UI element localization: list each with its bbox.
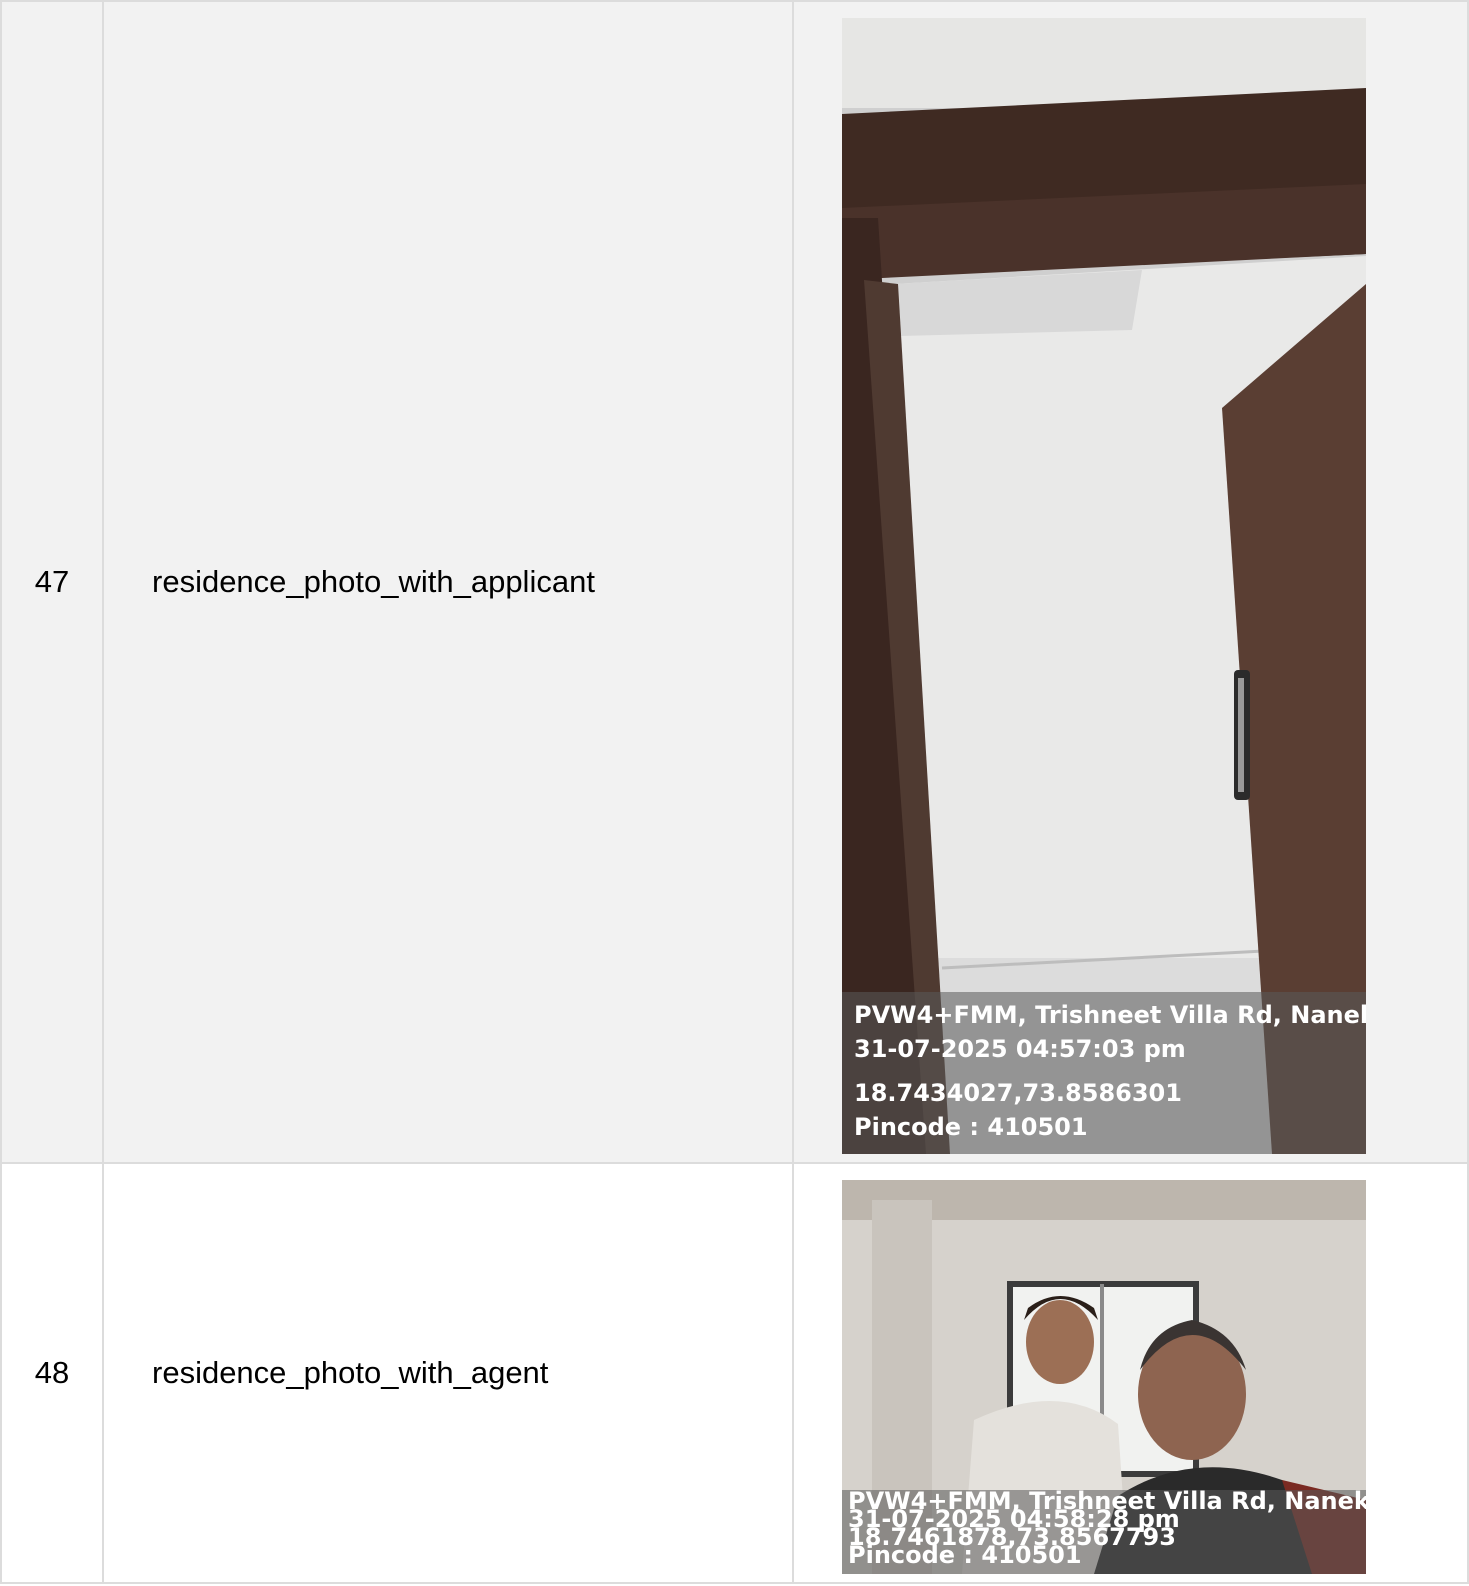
geotag-address: PVW4+FMM, Trishneet Villa Rd, Nanekarwad [854, 1001, 1366, 1029]
photo-geotag-overlay: PVW4+FMM, Trishneet Villa Rd, Nanekarwad… [842, 1490, 1366, 1574]
report-table: 47 residence_photo_with_applicant PVW4+F… [0, 0, 1469, 1584]
geotag-pincode: Pincode : 410501 [854, 1113, 1088, 1141]
photo-geotag-overlay: PVW4+FMM, Trishneet Villa Rd, Nanekarwad… [842, 992, 1366, 1154]
geotag-datetime: 31-07-2025 04:57:03 pm [854, 1035, 1186, 1063]
table-row: 47 residence_photo_with_applicant PVW4+F… [0, 0, 1469, 1164]
field-name: residence_photo_with_agent [102, 1162, 794, 1584]
row-number: 48 [0, 1162, 104, 1584]
residence-photo[interactable]: PVW4+FMM, Trishneet Villa Rd, Nanekarwad… [842, 1180, 1366, 1574]
geotag-coordinates: 18.7434027,73.8586301 [854, 1079, 1182, 1107]
row-number: 47 [0, 0, 104, 1164]
photo-cell: PVW4+FMM, Trishneet Villa Rd, Nanekarwad… [792, 1162, 1469, 1584]
field-name: residence_photo_with_applicant [102, 0, 794, 1164]
residence-photo[interactable]: PVW4+FMM, Trishneet Villa Rd, Nanekarwad… [842, 18, 1366, 1154]
photo-cell: PVW4+FMM, Trishneet Villa Rd, Nanekarwad… [792, 0, 1469, 1164]
doorway-photo-illustration [842, 18, 1366, 1154]
table-row: 48 residence_photo_with_agent PVW4+FMM, … [0, 1162, 1469, 1584]
